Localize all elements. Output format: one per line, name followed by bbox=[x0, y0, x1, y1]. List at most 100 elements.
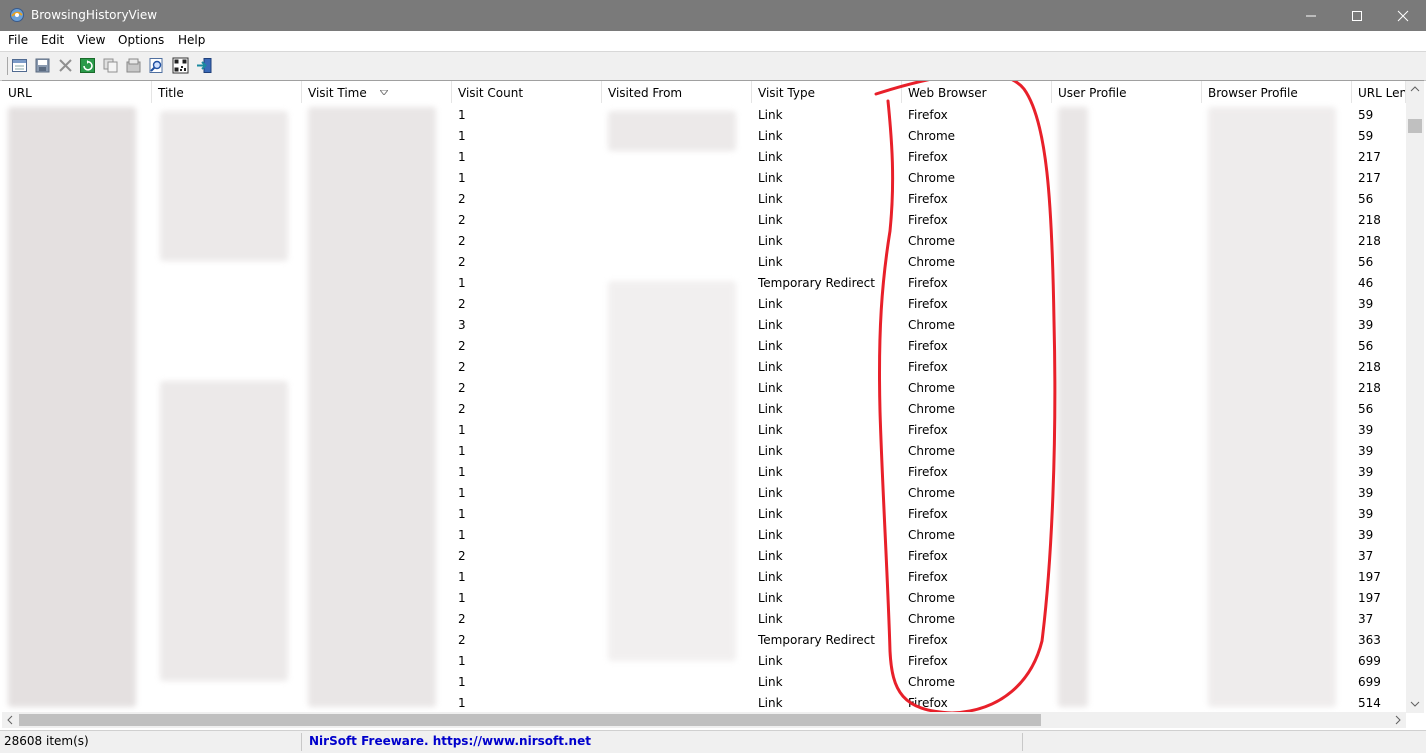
menu-view[interactable]: View bbox=[77, 33, 105, 47]
table-row[interactable]: 2 Link Firefox 218 bbox=[2, 210, 1406, 231]
horizontal-scrollbar[interactable] bbox=[2, 712, 1406, 728]
cell-url-length: 39 bbox=[1358, 297, 1374, 311]
cell-visit-type: Link bbox=[758, 171, 783, 185]
cell-visit-type: Link bbox=[758, 339, 783, 353]
cell-visit-type: Link bbox=[758, 654, 783, 668]
cell-web-browser: Firefox bbox=[908, 570, 948, 584]
table-row[interactable]: 2 Link Chrome 56 bbox=[2, 399, 1406, 420]
scroll-up-icon[interactable] bbox=[1406, 81, 1424, 98]
column-visited-from[interactable]: Visited From bbox=[602, 81, 752, 103]
column-user-profile[interactable]: User Profile bbox=[1052, 81, 1202, 103]
table-row[interactable]: 1 Link Firefox 217 bbox=[2, 147, 1406, 168]
cell-visit-type: Link bbox=[758, 213, 783, 227]
cell-visit-type: Link bbox=[758, 528, 783, 542]
table-row[interactable]: 1 Link Firefox 39 bbox=[2, 462, 1406, 483]
history-list[interactable]: URL Title Visit Time Visit Count Visited… bbox=[2, 80, 1424, 713]
scroll-down-icon[interactable] bbox=[1406, 695, 1424, 712]
table-row[interactable]: 1 Link Firefox 514 bbox=[2, 693, 1406, 713]
cell-visit-count: 2 bbox=[458, 402, 466, 416]
refresh-icon[interactable] bbox=[79, 57, 96, 74]
table-row[interactable]: 2 Link Chrome 37 bbox=[2, 609, 1406, 630]
table-row[interactable]: 2 Link Chrome 218 bbox=[2, 231, 1406, 252]
table-row[interactable]: 1 Link Firefox 197 bbox=[2, 567, 1406, 588]
cell-visit-type: Link bbox=[758, 318, 783, 332]
column-visit-time[interactable]: Visit Time bbox=[302, 81, 452, 103]
vertical-scrollbar[interactable] bbox=[1406, 81, 1424, 713]
table-row[interactable]: 1 Link Firefox 39 bbox=[2, 504, 1406, 525]
cell-visit-count: 2 bbox=[458, 633, 466, 647]
maximize-button[interactable] bbox=[1334, 0, 1380, 31]
exit-icon[interactable] bbox=[196, 57, 213, 74]
table-row[interactable]: 2 Link Firefox 56 bbox=[2, 336, 1406, 357]
cell-visit-type: Link bbox=[758, 486, 783, 500]
table-row[interactable]: 2 Link Firefox 37 bbox=[2, 546, 1406, 567]
find-icon[interactable] bbox=[148, 57, 165, 74]
cell-visit-count: 1 bbox=[458, 486, 466, 500]
html-report-icon[interactable] bbox=[11, 57, 28, 74]
horizontal-scroll-thumb[interactable] bbox=[19, 714, 1041, 726]
table-row[interactable]: 2 Link Chrome 218 bbox=[2, 378, 1406, 399]
table-row[interactable]: 1 Link Firefox 39 bbox=[2, 420, 1406, 441]
table-row[interactable]: 2 Link Firefox 39 bbox=[2, 294, 1406, 315]
cell-url-length: 217 bbox=[1358, 150, 1381, 164]
table-row[interactable]: 1 Link Firefox 699 bbox=[2, 651, 1406, 672]
column-visit-count[interactable]: Visit Count bbox=[452, 81, 602, 103]
cell-visit-type: Link bbox=[758, 591, 783, 605]
minimize-button[interactable] bbox=[1288, 0, 1334, 31]
table-row[interactable]: 1 Link Chrome 217 bbox=[2, 168, 1406, 189]
table-row[interactable]: 1 Link Chrome 699 bbox=[2, 672, 1406, 693]
table-row[interactable]: 1 Link Chrome 39 bbox=[2, 441, 1406, 462]
cell-visit-type: Temporary Redirect bbox=[758, 633, 875, 647]
cell-url-length: 699 bbox=[1358, 654, 1381, 668]
copy-icon[interactable] bbox=[102, 57, 119, 74]
cell-visit-type: Link bbox=[758, 612, 783, 626]
column-url[interactable]: URL bbox=[2, 81, 152, 103]
column-visit-type[interactable]: Visit Type bbox=[752, 81, 902, 103]
table-row[interactable]: 1 Link Chrome 39 bbox=[2, 525, 1406, 546]
menu-options[interactable]: Options bbox=[118, 33, 164, 47]
table-row[interactable]: 1 Link Chrome 197 bbox=[2, 588, 1406, 609]
column-browser-profile[interactable]: Browser Profile bbox=[1202, 81, 1352, 103]
save-icon[interactable] bbox=[34, 57, 51, 74]
properties-icon[interactable] bbox=[125, 57, 142, 74]
scroll-left-icon[interactable] bbox=[2, 712, 19, 728]
qr-code-icon[interactable] bbox=[172, 57, 189, 74]
scroll-thumb[interactable] bbox=[1408, 119, 1422, 133]
close-button[interactable] bbox=[1380, 0, 1426, 31]
table-row[interactable]: 1 Temporary Redirect Firefox 46 bbox=[2, 273, 1406, 294]
cell-visit-count: 1 bbox=[458, 507, 466, 521]
table-row[interactable]: 1 Link Firefox 59 bbox=[2, 105, 1406, 126]
scroll-right-icon[interactable] bbox=[1389, 712, 1406, 728]
table-row[interactable]: 2 Link Firefox 56 bbox=[2, 189, 1406, 210]
menu-file[interactable]: File bbox=[8, 33, 28, 47]
table-row[interactable]: 2 Temporary Redirect Firefox 363 bbox=[2, 630, 1406, 651]
column-title[interactable]: Title bbox=[152, 81, 302, 103]
cell-web-browser: Firefox bbox=[908, 549, 948, 563]
table-row[interactable]: 2 Link Chrome 56 bbox=[2, 252, 1406, 273]
cell-visit-type: Link bbox=[758, 150, 783, 164]
cell-web-browser: Firefox bbox=[908, 150, 948, 164]
cell-url-length: 59 bbox=[1358, 129, 1374, 143]
cell-web-browser: Firefox bbox=[908, 423, 948, 437]
table-row[interactable]: 2 Link Firefox 218 bbox=[2, 357, 1406, 378]
cell-url-length: 39 bbox=[1358, 465, 1374, 479]
sort-descending-icon bbox=[380, 90, 388, 95]
item-count: 28608 item(s) bbox=[4, 734, 89, 748]
table-row[interactable]: 3 Link Chrome 39 bbox=[2, 315, 1406, 336]
cell-visit-type: Link bbox=[758, 381, 783, 395]
cell-visit-count: 2 bbox=[458, 213, 466, 227]
menu-help[interactable]: Help bbox=[178, 33, 205, 47]
delete-icon[interactable] bbox=[57, 57, 74, 74]
table-row[interactable]: 1 Link Chrome 59 bbox=[2, 126, 1406, 147]
cell-visit-count: 1 bbox=[458, 654, 466, 668]
nirsoft-link[interactable]: NirSoft Freeware. https://www.nirsoft.ne… bbox=[309, 734, 591, 748]
status-bar: 28608 item(s) NirSoft Freeware. https://… bbox=[0, 730, 1426, 753]
cell-web-browser: Chrome bbox=[908, 381, 956, 395]
column-url-length[interactable]: URL Leng bbox=[1352, 81, 1406, 103]
menu-edit[interactable]: Edit bbox=[41, 33, 64, 47]
cell-visit-type: Link bbox=[758, 255, 783, 269]
cell-visit-count: 1 bbox=[458, 171, 466, 185]
title-bar: BrowsingHistoryView bbox=[0, 0, 1426, 31]
table-row[interactable]: 1 Link Chrome 39 bbox=[2, 483, 1406, 504]
column-web-browser[interactable]: Web Browser bbox=[902, 81, 1052, 103]
